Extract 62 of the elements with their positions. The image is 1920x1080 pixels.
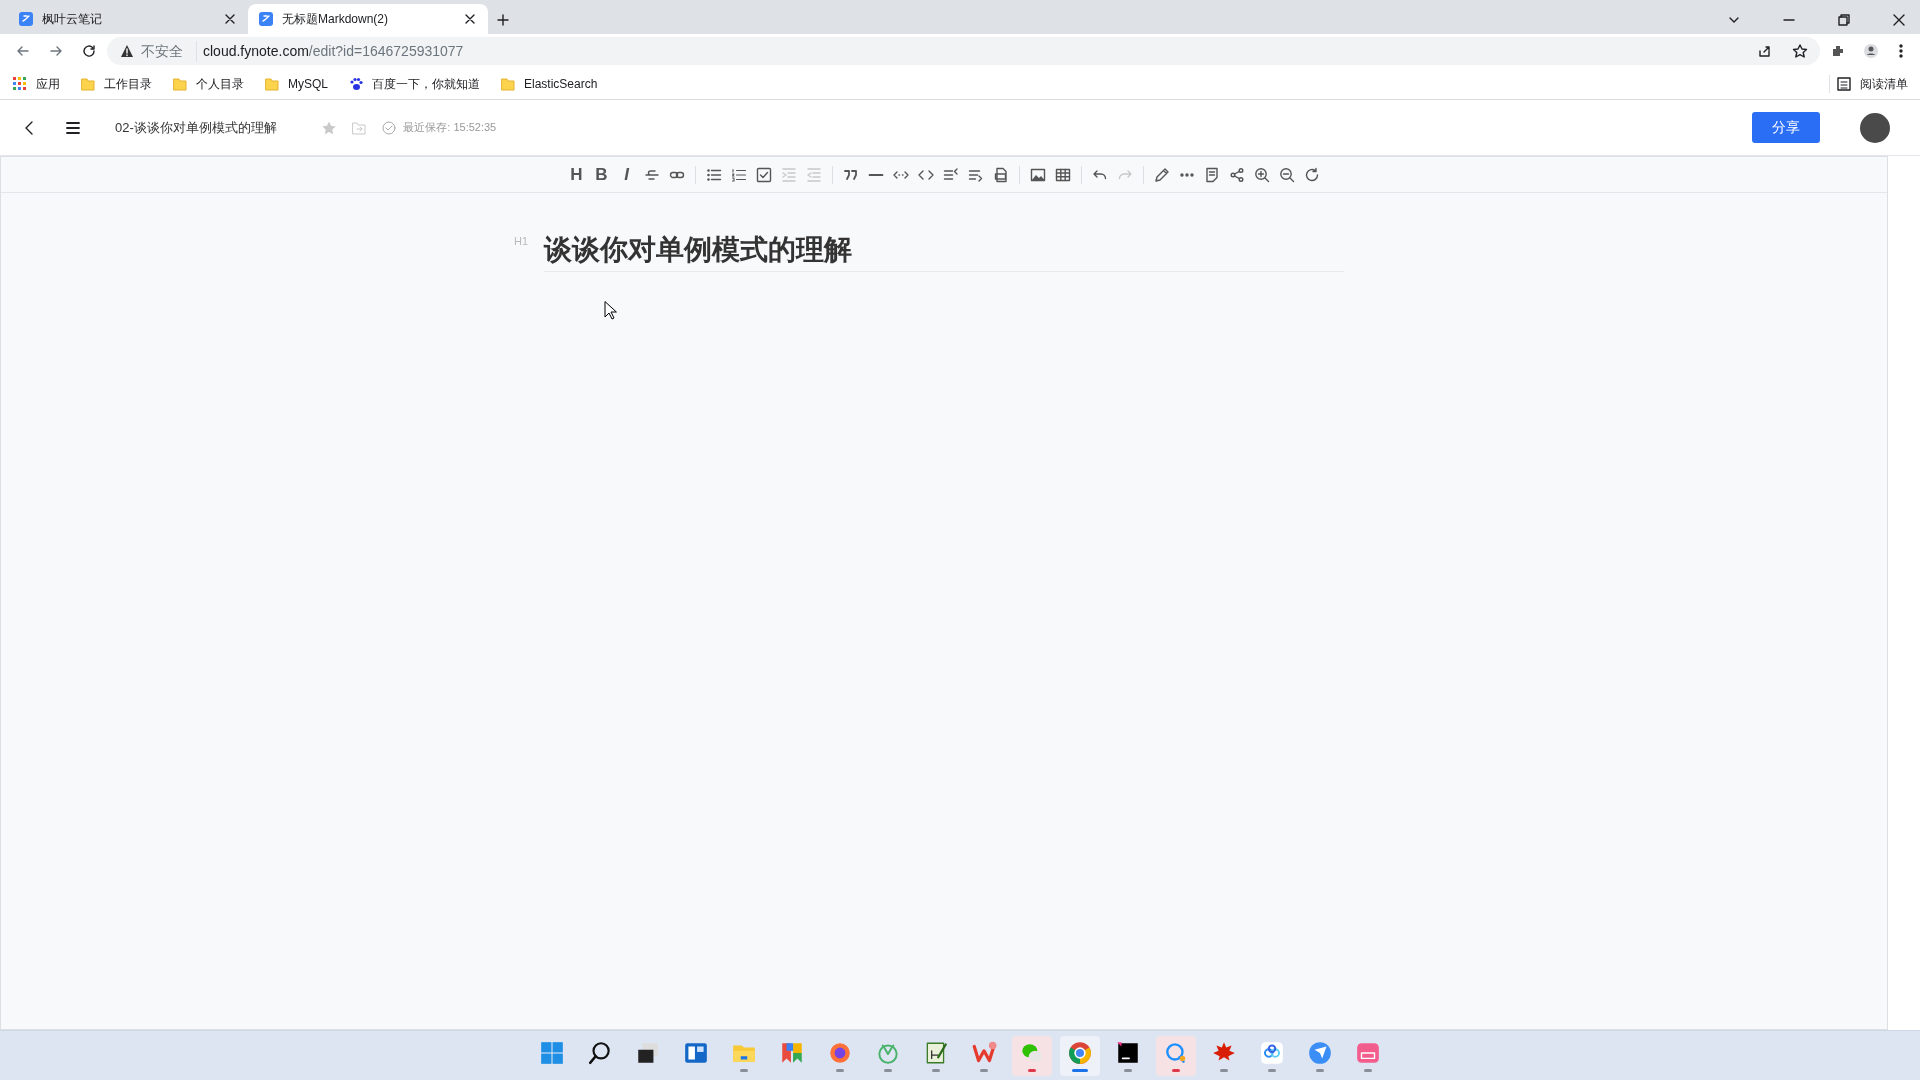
folder-icon xyxy=(80,75,96,92)
checkbox-icon[interactable] xyxy=(755,166,772,183)
check-circle-icon xyxy=(380,119,397,136)
bookmark-link[interactable]: ElasticSearch xyxy=(500,74,598,93)
profile-icon[interactable] xyxy=(1863,43,1879,59)
ide-icon xyxy=(1115,1039,1141,1066)
share-button[interactable]: 分享 xyxy=(1752,112,1820,143)
browser-icon xyxy=(1067,1039,1093,1066)
image-icon[interactable] xyxy=(1029,166,1046,183)
apps-grid-icon xyxy=(12,75,28,92)
share-icon[interactable] xyxy=(1228,166,1245,183)
new-tab-icon[interactable] xyxy=(494,11,511,28)
heading-marker: H1 xyxy=(514,234,529,249)
pencil-icon[interactable] xyxy=(1153,166,1170,183)
bookmark-link[interactable]: MySQL xyxy=(264,74,328,93)
table-icon[interactable] xyxy=(1054,166,1071,183)
cloud-rings-icon xyxy=(1259,1039,1285,1066)
warning-icon xyxy=(119,43,135,59)
restore-icon[interactable] xyxy=(1836,11,1852,28)
browser-tab[interactable]: 无标题Markdown(2) xyxy=(248,4,488,34)
folder-icon xyxy=(500,75,516,92)
paw-icon xyxy=(348,75,364,92)
zoom-out-icon[interactable] xyxy=(1278,166,1295,183)
heading-button[interactable]: H xyxy=(568,166,585,183)
document-icon[interactable] xyxy=(992,166,1009,183)
mouse-pointer-icon xyxy=(604,301,618,321)
puzzle-icon[interactable] xyxy=(1830,43,1846,59)
bookmark-link[interactable]: 个人目录 xyxy=(172,74,244,93)
folder-icon xyxy=(264,75,280,92)
share-icon[interactable] xyxy=(1756,43,1773,59)
windows-logo-icon xyxy=(539,1039,565,1066)
refresh-icon[interactable] xyxy=(1303,166,1320,183)
bold-button[interactable]: B xyxy=(593,166,610,183)
reading-list-button[interactable]: 阅读清单 xyxy=(1828,74,1908,93)
folder-icon xyxy=(172,75,188,92)
tab-title: 无标题Markdown(2) xyxy=(282,11,390,28)
list-icon xyxy=(1836,75,1852,92)
bullet-list-icon[interactable] xyxy=(705,166,722,183)
italic-button[interactable]: I xyxy=(618,166,635,183)
bookmark-link[interactable]: 百度一下，你就知道 xyxy=(348,74,480,93)
search-icon xyxy=(587,1039,613,1066)
bookmark-link[interactable]: 工作目录 xyxy=(80,74,152,93)
note-app-icon xyxy=(258,11,274,27)
security-label: 不安全 xyxy=(141,41,183,61)
user-avatar[interactable] xyxy=(1860,112,1890,143)
reload-icon[interactable] xyxy=(80,43,97,59)
url-text: cloud.fynote.com/edit?id=1646725931077 xyxy=(195,40,464,62)
tab-title: 枫叶云笔记 xyxy=(42,11,103,28)
zoom-in-icon[interactable] xyxy=(1253,166,1270,183)
address-bar[interactable]: 不安全 cloud.fynote.com/edit?id=1646725931077 xyxy=(107,37,1820,65)
star-icon[interactable] xyxy=(1791,43,1808,59)
bookmark-link[interactable]: 应用 xyxy=(12,74,60,93)
note-title: 02-谈谈你对单例模式的理解 xyxy=(115,118,277,137)
list-icon[interactable] xyxy=(942,166,959,183)
note-app-icon xyxy=(18,11,34,27)
save-status: 最近保存: 15:52:35 xyxy=(403,120,497,136)
menu-icon[interactable] xyxy=(65,119,81,136)
note-icon[interactable] xyxy=(1203,166,1220,183)
numbered-list-icon[interactable] xyxy=(730,166,747,183)
browser-tab[interactable]: 枫叶云笔记 xyxy=(8,4,248,34)
document-heading: 谈谈你对单例模式的理解 xyxy=(544,233,1344,272)
paper-plane-icon xyxy=(1307,1039,1333,1066)
